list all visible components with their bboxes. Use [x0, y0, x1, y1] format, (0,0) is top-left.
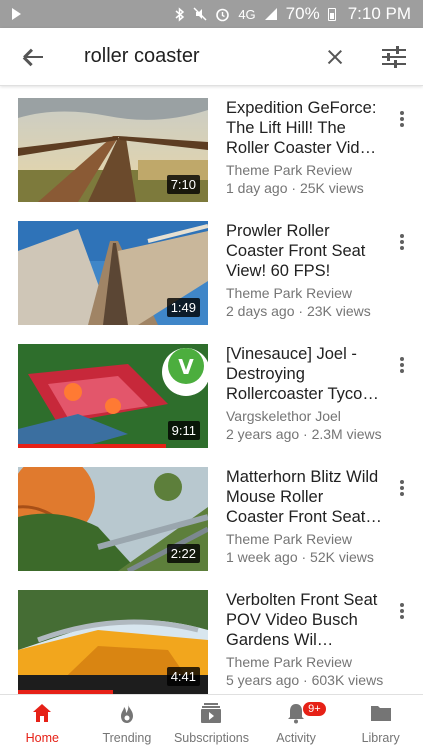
nav-library[interactable]: Library [338, 695, 423, 750]
video-thumbnail[interactable]: 2:22 [18, 467, 208, 571]
flame-icon [120, 703, 133, 723]
more-options-icon[interactable] [392, 354, 412, 376]
play-notification-icon [12, 8, 21, 20]
video-result-item[interactable]: 7:10 Expedition GeForce: The Lift Hill! … [0, 86, 423, 208]
video-result-item[interactable]: 1:49 Prowler Roller Coaster Front Seat V… [0, 209, 423, 331]
video-title[interactable]: Expedition GeForce: The Lift Hill! The R… [226, 98, 384, 158]
video-thumbnail[interactable]: 7:10 [18, 98, 208, 202]
video-meta: Prowler Roller Coaster Front Seat View! … [226, 221, 384, 320]
video-stats: 5 years ago · 603K views [226, 672, 384, 688]
network-type: 4G [238, 6, 256, 22]
video-duration: 7:10 [166, 175, 200, 194]
video-duration: 9:11 [167, 421, 200, 440]
activity-badge: 9+ [302, 701, 327, 717]
subscriptions-icon [201, 703, 222, 723]
video-meta: Matterhorn Blitz Wild Mouse Roller Coast… [226, 467, 384, 566]
video-stats: 1 week ago · 52K views [226, 549, 374, 565]
mute-icon [193, 7, 207, 21]
video-thumbnail[interactable]: 1:49 [18, 221, 208, 325]
search-bar: roller coaster [0, 28, 423, 86]
clock: 7:10 PM [347, 4, 411, 23]
video-duration: 4:41 [166, 667, 200, 686]
video-meta: [Vinesauce] Joel - Destroying Rollercoas… [226, 344, 384, 443]
video-thumbnail[interactable]: 4:41 [18, 590, 208, 694]
alarm-icon [216, 8, 230, 21]
more-options-icon[interactable] [392, 231, 412, 253]
video-channel: Theme Park Review [226, 285, 353, 301]
video-result-item[interactable]: 4:41 Verbolten Front Seat POV Video Busc… [0, 578, 423, 700]
watch-progress-bar [18, 444, 167, 448]
bottom-navigation: Home Trending Subscriptions 9+ Activity … [0, 694, 423, 750]
svg-text:V: V [178, 355, 194, 379]
video-channel: Theme Park Review [226, 531, 353, 547]
folder-icon [370, 706, 391, 721]
video-title[interactable]: Matterhorn Blitz Wild Mouse Roller Coast… [226, 467, 384, 527]
video-channel: Theme Park Review [226, 654, 353, 670]
nav-activity[interactable]: 9+ Activity [254, 695, 339, 750]
more-options-icon[interactable] [392, 600, 412, 622]
video-channel: Theme Park Review [226, 162, 353, 178]
nav-library-label: Library [361, 731, 400, 745]
video-result-item[interactable]: 2:22 Matterhorn Blitz Wild Mouse Roller … [0, 455, 423, 577]
video-title[interactable]: Prowler Roller Coaster Front Seat View! … [226, 221, 384, 281]
nav-activity-label: Activity [276, 731, 316, 745]
video-duration: 1:49 [166, 298, 200, 317]
battery-icon [327, 7, 336, 21]
video-stats: 2 days ago · 23K views [226, 303, 371, 319]
clear-search-icon[interactable] [324, 46, 346, 68]
status-icons: 4G 70% 7:10 PM [175, 4, 411, 24]
status-bar: 4G 70% 7:10 PM [0, 0, 423, 28]
video-meta: Verbolten Front Seat POV Video Busch Gar… [226, 590, 384, 689]
more-options-icon[interactable] [392, 477, 412, 499]
video-thumbnail[interactable]: V 9:11 [18, 344, 208, 448]
search-query-input[interactable]: roller coaster [84, 45, 324, 68]
filter-icon[interactable] [382, 45, 406, 68]
nav-home[interactable]: Home [0, 695, 85, 750]
video-meta: Expedition GeForce: The Lift Hill! The R… [226, 98, 384, 197]
signal-icon [264, 8, 277, 20]
video-stats: 1 day ago · 25K views [226, 180, 364, 196]
nav-trending[interactable]: Trending [85, 695, 170, 750]
more-options-icon[interactable] [392, 108, 412, 130]
video-title[interactable]: [Vinesauce] Joel - Destroying Rollercoas… [226, 344, 384, 404]
home-icon [33, 704, 52, 722]
video-result-item[interactable]: V 9:11 [Vinesauce] Joel - Destroying Rol… [0, 332, 423, 454]
bluetooth-icon [175, 6, 185, 22]
video-duration: 2:22 [166, 544, 200, 563]
nav-subscriptions-label: Subscriptions [173, 731, 249, 745]
nav-home-label: Home [25, 731, 59, 745]
video-stats: 2 years ago · 2.3M views [226, 426, 382, 442]
video-channel: Vargskelethor Joel [226, 408, 341, 424]
nav-subscriptions[interactable]: Subscriptions [169, 695, 254, 750]
battery-percent: 70% [285, 4, 320, 23]
nav-trending-label: Trending [102, 731, 152, 745]
video-title[interactable]: Verbolten Front Seat POV Video Busch Gar… [226, 590, 384, 650]
back-arrow-icon[interactable] [22, 45, 46, 69]
